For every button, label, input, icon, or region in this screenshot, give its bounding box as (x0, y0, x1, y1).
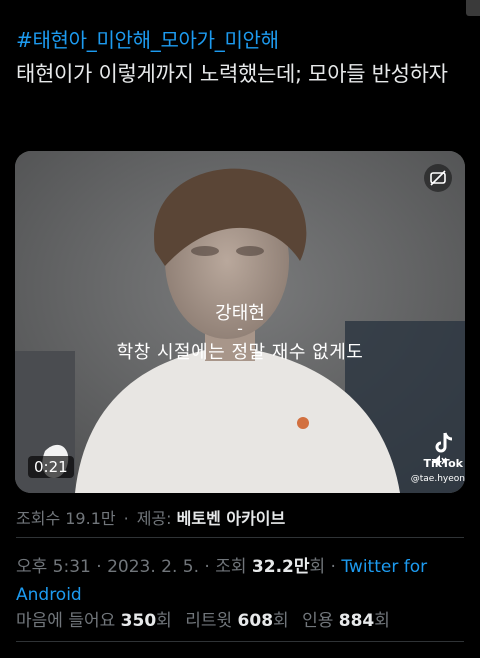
retweets-count: 608 (237, 611, 274, 631)
hashtag-link[interactable]: #태현아_미안해_모아가_미안해 (16, 24, 279, 53)
retweets-stat[interactable]: 리트윗 608회 (185, 611, 288, 631)
likes-count: 350 (120, 611, 157, 631)
source-label: 제공: (136, 509, 172, 528)
tiktok-handle: @tae.hyeon (410, 474, 465, 484)
view-count-row: 조회수 19.1만 · 제공: 베토벤 아카이브 (16, 505, 285, 529)
tweet-text: 태현이가 이렇게까지 노력했는데; 모아들 반성하자 (16, 62, 448, 86)
engagement-stats: 마음에 들어요 350회 리트윗 608회 인용 884회 (16, 606, 390, 631)
likes-stat[interactable]: 마음에 들어요 350회 (16, 611, 172, 631)
quotes-count: 884 (338, 611, 375, 631)
separator: · (123, 509, 129, 528)
video-caption-dash: - (237, 319, 243, 338)
tiktok-watermark: TikTok @tae.hyeon (411, 431, 465, 491)
quotes-label: 인용 (302, 611, 334, 631)
source-account-link[interactable]: 베토벤 아카이브 (177, 509, 286, 528)
tiktok-brand: TikTok (423, 457, 463, 470)
divider (16, 537, 464, 538)
likes-label: 마음에 들어요 (16, 611, 116, 631)
likes-unit: 회 (156, 611, 172, 631)
quotes-stat[interactable]: 인용 884회 (302, 611, 390, 631)
tweet-meta: 오후 5:31 · 2023. 2. 5. · 조회 32.2만회 · Twit… (16, 553, 466, 609)
tiktok-icon (435, 432, 453, 453)
video-duration: 0:21 (28, 456, 74, 478)
view-count: 조회수 19.1만 (16, 509, 116, 528)
tweet-time[interactable]: 오후 5:31 (16, 557, 91, 577)
views-prefix: 조회 (215, 557, 252, 577)
divider (16, 641, 464, 642)
tweet-date[interactable]: 2023. 2. 5. (107, 557, 199, 577)
video-player[interactable]: 강태현 - 학창 시절에는 정말 재수 없게도 0:21 TikTok @tae… (15, 151, 465, 493)
separator: · (199, 557, 216, 577)
views-suffix: 회 (309, 557, 326, 577)
separator: · (325, 557, 342, 577)
quotes-unit: 회 (374, 611, 390, 631)
scroll-indicator (466, 0, 480, 16)
views-count: 32.2만 (251, 557, 310, 577)
retweets-unit: 회 (273, 611, 289, 631)
no-sound-icon[interactable] (424, 164, 452, 192)
retweets-label: 리트윗 (185, 611, 233, 631)
video-caption-subtitle: 학창 시절에는 정말 재수 없게도 (116, 342, 364, 363)
separator: · (90, 557, 108, 577)
